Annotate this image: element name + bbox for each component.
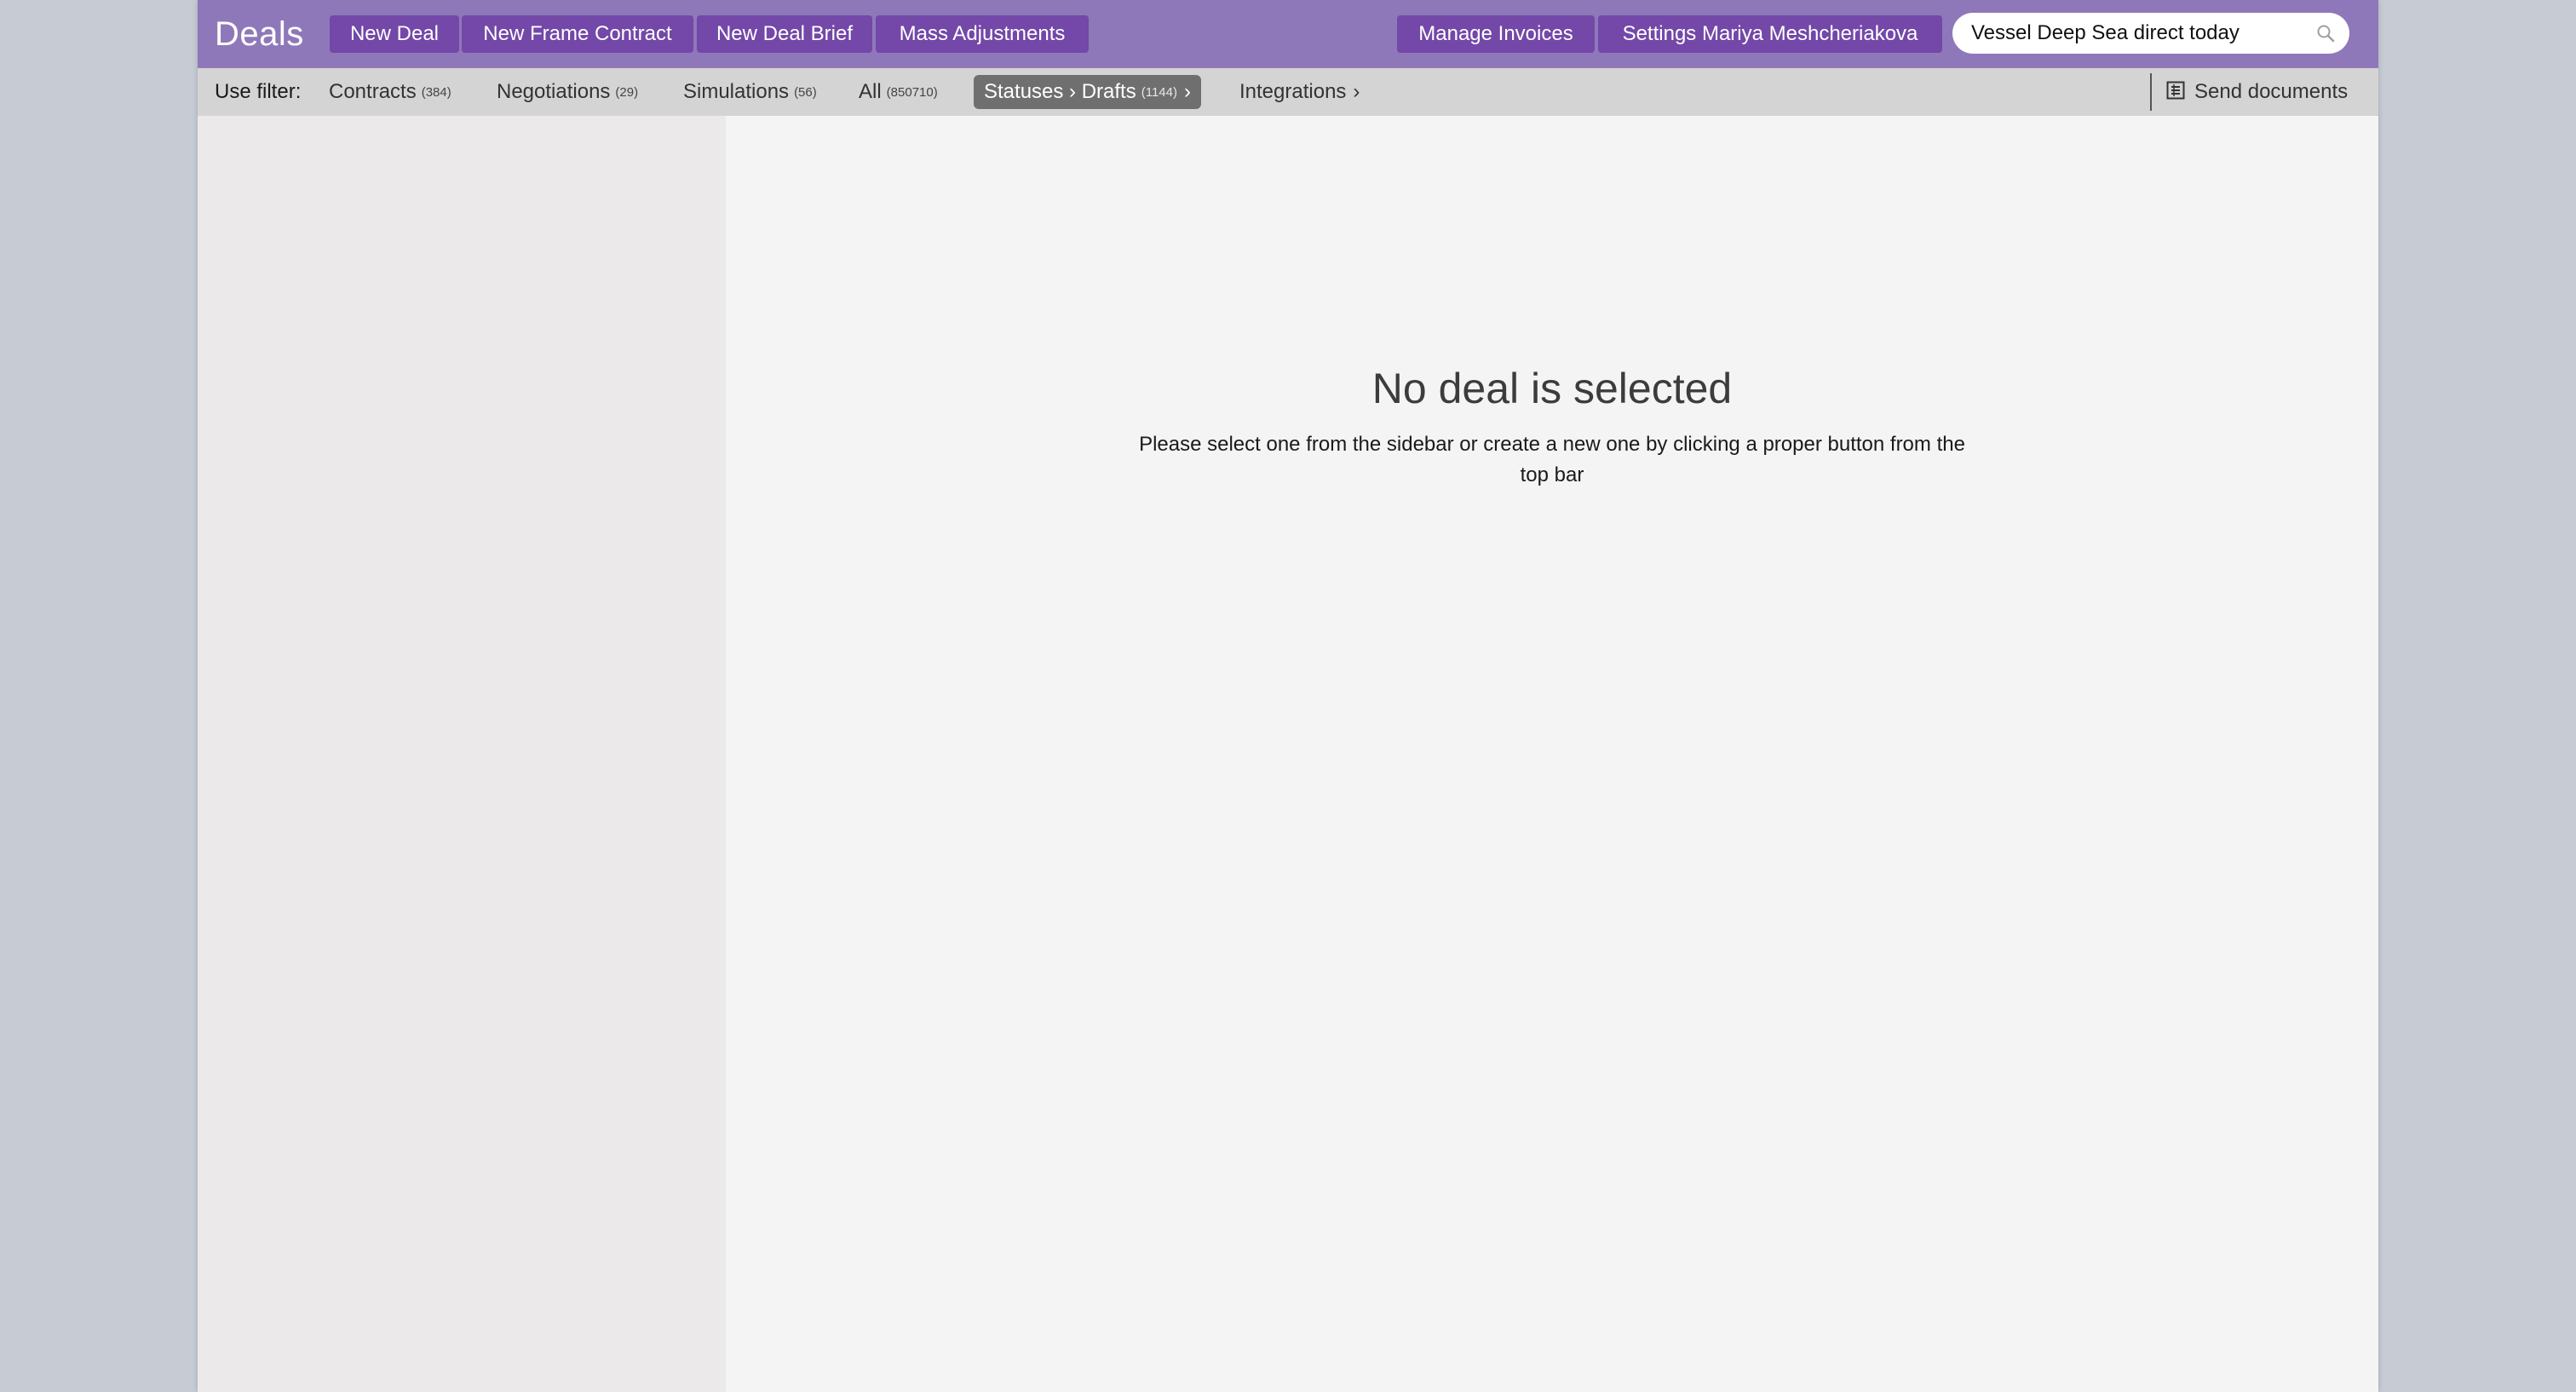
empty-state-description: Please select one from the sidebar or cr…	[1139, 433, 1965, 486]
chevron-right-icon: ›	[1183, 80, 1191, 103]
filter-all-label: All	[859, 80, 882, 103]
document-list-icon	[2166, 81, 2185, 100]
filter-label: Use filter:	[215, 80, 302, 103]
send-documents-button[interactable]: Send documents	[2165, 75, 2348, 109]
top-bar: Deals New Deal New Frame Contract New De…	[198, 0, 2378, 68]
empty-state-title: No deal is selected	[1371, 365, 1733, 412]
filter-simulations[interactable]: Simulations (56)	[683, 75, 817, 109]
filter-statuses-drafts-label: Statuses › Drafts	[984, 80, 1136, 103]
sidebar	[198, 116, 726, 1392]
search-input[interactable]: Vessel Deep Sea direct today	[1971, 13, 2240, 54]
app-window: Deals New Deal New Frame Contract New De…	[198, 0, 2378, 1392]
manage-invoices-button[interactable]: Manage Invoices	[1397, 15, 1595, 53]
filter-simulations-count: (56)	[794, 85, 817, 100]
filter-all[interactable]: All (850710)	[859, 75, 938, 109]
filter-negotiations-label: Negotiations	[497, 80, 611, 103]
settings-button[interactable]: Settings Mariya Meshcheriakova	[1598, 15, 1942, 53]
new-deal-button[interactable]: New Deal	[330, 15, 459, 53]
filter-statuses-drafts-count: (1144)	[1141, 85, 1177, 100]
filter-all-count: (850710)	[886, 85, 938, 100]
mass-adjustments-button[interactable]: Mass Adjustments	[876, 15, 1089, 53]
filter-integrations-label: Integrations	[1239, 80, 1347, 103]
new-frame-contract-button[interactable]: New Frame Contract	[462, 15, 693, 53]
toolbar-divider	[2150, 73, 2152, 111]
filter-simulations-label: Simulations	[683, 80, 790, 103]
filter-contracts[interactable]: Contracts (384)	[329, 75, 451, 109]
filter-statuses-drafts[interactable]: Statuses › Drafts (1144) ›	[974, 75, 1201, 109]
filter-negotiations[interactable]: Negotiations (29)	[497, 75, 638, 109]
filter-contracts-label: Contracts	[329, 80, 417, 103]
filter-integrations[interactable]: Integrations ›	[1239, 75, 1360, 109]
search-field[interactable]: Vessel Deep Sea direct today	[1952, 13, 2349, 54]
filter-negotiations-count: (29)	[615, 85, 639, 100]
send-documents-label: Send documents	[2194, 80, 2349, 103]
filter-contracts-count: (384)	[421, 85, 451, 100]
search-icon[interactable]	[2315, 23, 2336, 43]
app-title: Deals	[215, 15, 304, 53]
new-deal-brief-button[interactable]: New Deal Brief	[697, 15, 872, 53]
main-content: No deal is selected Please select one fr…	[726, 116, 2378, 1392]
chevron-right-icon: ›	[1353, 80, 1360, 103]
filter-bar: Use filter: Contracts (384) Negotiations (…	[198, 68, 2378, 116]
